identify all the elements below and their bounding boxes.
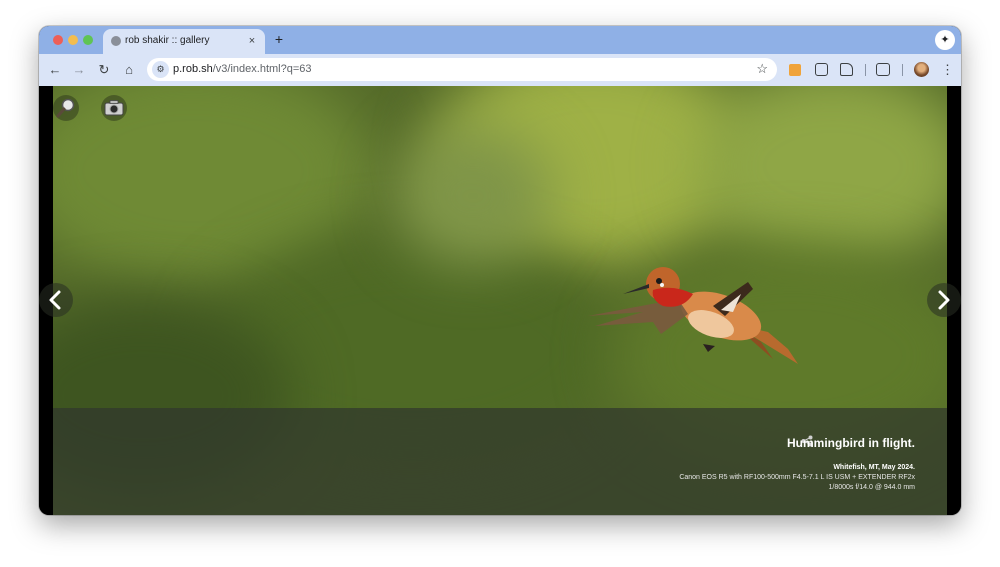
forward-button[interactable]: → xyxy=(70,61,88,79)
reload-button[interactable]: ↻ xyxy=(95,61,113,79)
magnifier-icon xyxy=(56,98,75,118)
photo-title: Hummingbird in flight. xyxy=(787,436,915,450)
hummingbird-illustration xyxy=(588,267,798,364)
photo-caption-panel: Hummingbird in flight. Whitefish, MT, Ma… xyxy=(53,408,947,515)
tab-strip: rob shakir :: gallery × + ✦ xyxy=(39,26,961,54)
page-content: Hummingbird in flight. Whitefish, MT, Ma… xyxy=(39,86,961,515)
url-host: p.rob.sh xyxy=(173,63,213,75)
chevron-right-icon xyxy=(938,290,950,310)
globe-icon xyxy=(111,36,121,46)
minimize-window-button[interactable] xyxy=(68,35,78,45)
gallery-photo: Hummingbird in flight. Whitefish, MT, Ma… xyxy=(53,86,947,515)
search-button[interactable] xyxy=(53,95,79,121)
extension-icon[interactable] xyxy=(815,63,828,76)
zoom-window-button[interactable] xyxy=(83,35,93,45)
profile-avatar[interactable] xyxy=(914,62,929,77)
back-button[interactable]: ← xyxy=(46,61,64,79)
address-bar[interactable]: ⚙ p.rob.sh/v3/index.html?q=63 ☆ xyxy=(147,58,777,81)
next-photo-button[interactable] xyxy=(927,283,961,317)
puzzle-icon[interactable] xyxy=(840,63,853,76)
tab-title: rob shakir :: gallery xyxy=(125,35,210,46)
bokeh-blob xyxy=(693,86,947,266)
url-path: /v3/index.html?q=63 xyxy=(212,63,312,75)
tab-gallery[interactable]: rob shakir :: gallery × xyxy=(103,29,265,54)
browser-toolbar: ← → ↻ ⌂ ⚙ p.rob.sh/v3/index.html?q=63 ☆ … xyxy=(39,54,961,86)
new-tab-button[interactable]: + xyxy=(271,31,287,47)
photo-gear: Canon EOS R5 with RF100-500mm F4.5-7.1 L… xyxy=(679,474,915,481)
rss-extension-icon[interactable] xyxy=(789,64,801,76)
toolbar-divider xyxy=(865,64,866,76)
site-info-icon[interactable]: ⚙ xyxy=(152,61,169,78)
photo-exposure: 1/8000s f/14.0 @ 944.0 mm xyxy=(828,484,916,491)
tab-search-icon[interactable] xyxy=(876,63,890,76)
bookmark-star-icon[interactable]: ☆ xyxy=(756,61,768,77)
browser-window: rob shakir :: gallery × + ✦ ← → ↻ ⌂ ⚙ p.… xyxy=(39,26,961,515)
url-text[interactable]: p.rob.sh/v3/index.html?q=63 xyxy=(173,63,312,75)
gemini-icon[interactable]: ✦ xyxy=(935,30,955,50)
bokeh-blob xyxy=(393,126,553,266)
photo-location: Whitefish, MT, May 2024. xyxy=(833,464,915,471)
home-button[interactable]: ⌂ xyxy=(120,61,138,79)
close-window-button[interactable] xyxy=(53,35,63,45)
chevron-left-icon xyxy=(49,290,61,310)
menu-icon[interactable]: ⋮ xyxy=(941,61,954,79)
tab-close-icon[interactable]: × xyxy=(245,34,259,48)
camera-info-button[interactable] xyxy=(101,95,127,121)
toolbar-divider xyxy=(902,64,903,76)
previous-photo-button[interactable] xyxy=(39,283,73,317)
camera-icon xyxy=(104,100,124,116)
